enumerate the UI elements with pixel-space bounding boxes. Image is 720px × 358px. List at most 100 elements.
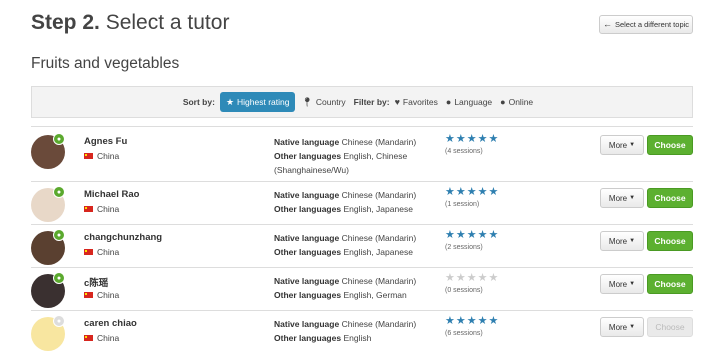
other-languages-value: English, German bbox=[343, 290, 407, 300]
map-marker-icon: 📍︎ bbox=[301, 96, 313, 107]
row-divider bbox=[31, 181, 693, 182]
tutor-languages: Native language Chinese (Mandarin) Other… bbox=[274, 274, 424, 302]
native-language-label: Native language bbox=[274, 276, 340, 286]
other-languages-value: English, Japanese bbox=[343, 204, 413, 214]
rating-star-icon: ★ bbox=[488, 229, 499, 241]
native-language-value: Chinese (Mandarin) bbox=[341, 276, 417, 286]
rating-star-icon: ★ bbox=[455, 133, 466, 145]
more-button[interactable]: More ▼ bbox=[600, 231, 644, 251]
china-flag-icon bbox=[84, 335, 93, 341]
select-different-topic-button[interactable]: ← Select a different topic bbox=[599, 15, 693, 34]
more-button-label: More bbox=[608, 140, 628, 150]
row-divider bbox=[31, 267, 693, 268]
china-flag-icon bbox=[84, 206, 93, 212]
tutor-row: ● Agnes Fu China Native language Chinese… bbox=[31, 133, 693, 176]
arrow-left-icon: ← bbox=[602, 19, 612, 29]
filter-bar: Sort by: ★ Highest rating 📍︎ Country Fil… bbox=[31, 86, 693, 118]
choose-button[interactable]: Choose bbox=[647, 188, 693, 208]
star-icon: ★ bbox=[225, 96, 235, 107]
tutor-languages: Native language Chinese (Mandarin) Other… bbox=[274, 317, 424, 345]
online-status-icon: ● bbox=[53, 272, 65, 284]
rating-star-icon: ★ bbox=[455, 272, 466, 284]
tutor-country: China bbox=[84, 247, 119, 257]
tutor-row: ● caren chiao China Native language Chin… bbox=[31, 315, 693, 358]
rating-star-icon: ★ bbox=[466, 186, 477, 198]
session-count: (0 sessions) bbox=[445, 287, 483, 294]
caret-down-icon: ▼ bbox=[629, 195, 636, 201]
online-status-icon: ● bbox=[53, 229, 65, 241]
choose-button[interactable]: Choose bbox=[647, 231, 693, 251]
tutor-row: ● c陈瑶 China Native language Chinese (Man… bbox=[31, 272, 693, 315]
rating-stars: ★ ★ ★ ★ ★ bbox=[445, 134, 498, 145]
tutor-country-label: China bbox=[97, 290, 120, 300]
tutor-country: China bbox=[84, 333, 119, 343]
other-languages-value: English, Japanese bbox=[343, 247, 413, 257]
tutor-country: China bbox=[84, 290, 119, 300]
other-languages-label: Other languages bbox=[274, 290, 342, 300]
rating-star-icon: ★ bbox=[455, 229, 466, 241]
tutor-languages: Native language Chinese (Mandarin) Other… bbox=[274, 188, 424, 216]
rating-stars: ★ ★ ★ ★ ★ bbox=[445, 230, 498, 241]
row-divider bbox=[31, 224, 693, 225]
step-title-text: Select a tutor bbox=[105, 11, 230, 34]
session-count: (2 sessions) bbox=[445, 244, 483, 251]
choose-button[interactable]: Choose bbox=[647, 274, 693, 294]
rating-star-icon: ★ bbox=[445, 229, 455, 241]
sort-by-label: Sort by: bbox=[182, 97, 215, 107]
choose-button[interactable]: Choose bbox=[647, 135, 693, 155]
caret-down-icon: ▼ bbox=[629, 238, 636, 244]
rating-star-icon: ★ bbox=[466, 315, 477, 327]
sort-country-button[interactable]: 📍︎ Country bbox=[301, 97, 345, 107]
choose-button[interactable]: Choose bbox=[647, 317, 693, 337]
session-count: (1 session) bbox=[445, 201, 480, 208]
caret-down-icon: ▼ bbox=[629, 324, 636, 330]
more-button[interactable]: More ▼ bbox=[600, 317, 644, 337]
native-language-label: Native language bbox=[274, 319, 340, 329]
filter-online-button[interactable]: ● Online bbox=[500, 97, 533, 107]
speech-bubble-icon: ● bbox=[445, 96, 452, 107]
more-button[interactable]: More ▼ bbox=[600, 135, 644, 155]
rating-stars: ★ ★ ★ ★ ★ bbox=[445, 273, 498, 284]
tutor-name[interactable]: Michael Rao bbox=[84, 189, 139, 200]
tutor-languages: Native language Chinese (Mandarin) Other… bbox=[274, 231, 424, 259]
filter-language-button[interactable]: ● Language bbox=[446, 97, 492, 107]
topic-title: Fruits and vegetables bbox=[31, 55, 180, 72]
native-language-label: Native language bbox=[274, 137, 340, 147]
tutor-name[interactable]: c陈瑶 bbox=[84, 275, 108, 289]
rating-star-icon: ★ bbox=[477, 186, 488, 198]
filter-online-label: Online bbox=[508, 97, 534, 107]
online-status-icon: ● bbox=[53, 315, 65, 327]
sort-country-label: Country bbox=[315, 97, 346, 107]
sort-highest-rating-label: Highest rating bbox=[237, 97, 290, 107]
row-divider bbox=[31, 126, 693, 127]
more-button-label: More bbox=[608, 193, 628, 203]
sort-highest-rating-button[interactable]: ★ Highest rating bbox=[219, 92, 296, 112]
rating-star-icon: ★ bbox=[488, 272, 499, 284]
tutor-country-label: China bbox=[97, 204, 120, 214]
filter-favorites-button[interactable]: ♥ Favorites bbox=[395, 97, 438, 107]
other-languages-label: Other languages bbox=[274, 247, 342, 257]
online-status-icon: ● bbox=[53, 186, 65, 198]
filter-language-label: Language bbox=[454, 97, 493, 107]
tutor-name[interactable]: Agnes Fu bbox=[84, 136, 127, 147]
rating-star-icon: ★ bbox=[445, 315, 455, 327]
more-button[interactable]: More ▼ bbox=[600, 274, 644, 294]
circle-icon: ● bbox=[500, 96, 506, 107]
more-button-label: More bbox=[608, 279, 628, 289]
heart-icon: ♥ bbox=[394, 96, 400, 107]
tutor-name[interactable]: changchunzhang bbox=[84, 232, 162, 243]
select-different-topic-label: Select a different topic bbox=[614, 20, 690, 29]
rating-stars: ★ ★ ★ ★ ★ bbox=[445, 187, 498, 198]
filter-favorites-label: Favorites bbox=[402, 97, 438, 107]
rating-star-icon: ★ bbox=[477, 229, 488, 241]
rating-star-icon: ★ bbox=[477, 272, 488, 284]
rating-star-icon: ★ bbox=[445, 272, 455, 284]
session-count: (6 sessions) bbox=[445, 330, 483, 337]
caret-down-icon: ▼ bbox=[629, 281, 636, 287]
native-language-value: Chinese (Mandarin) bbox=[341, 190, 417, 200]
caret-down-icon: ▼ bbox=[629, 142, 636, 148]
tutor-name[interactable]: caren chiao bbox=[84, 318, 137, 329]
native-language-label: Native language bbox=[274, 233, 340, 243]
rating-star-icon: ★ bbox=[488, 186, 499, 198]
more-button[interactable]: More ▼ bbox=[600, 188, 644, 208]
